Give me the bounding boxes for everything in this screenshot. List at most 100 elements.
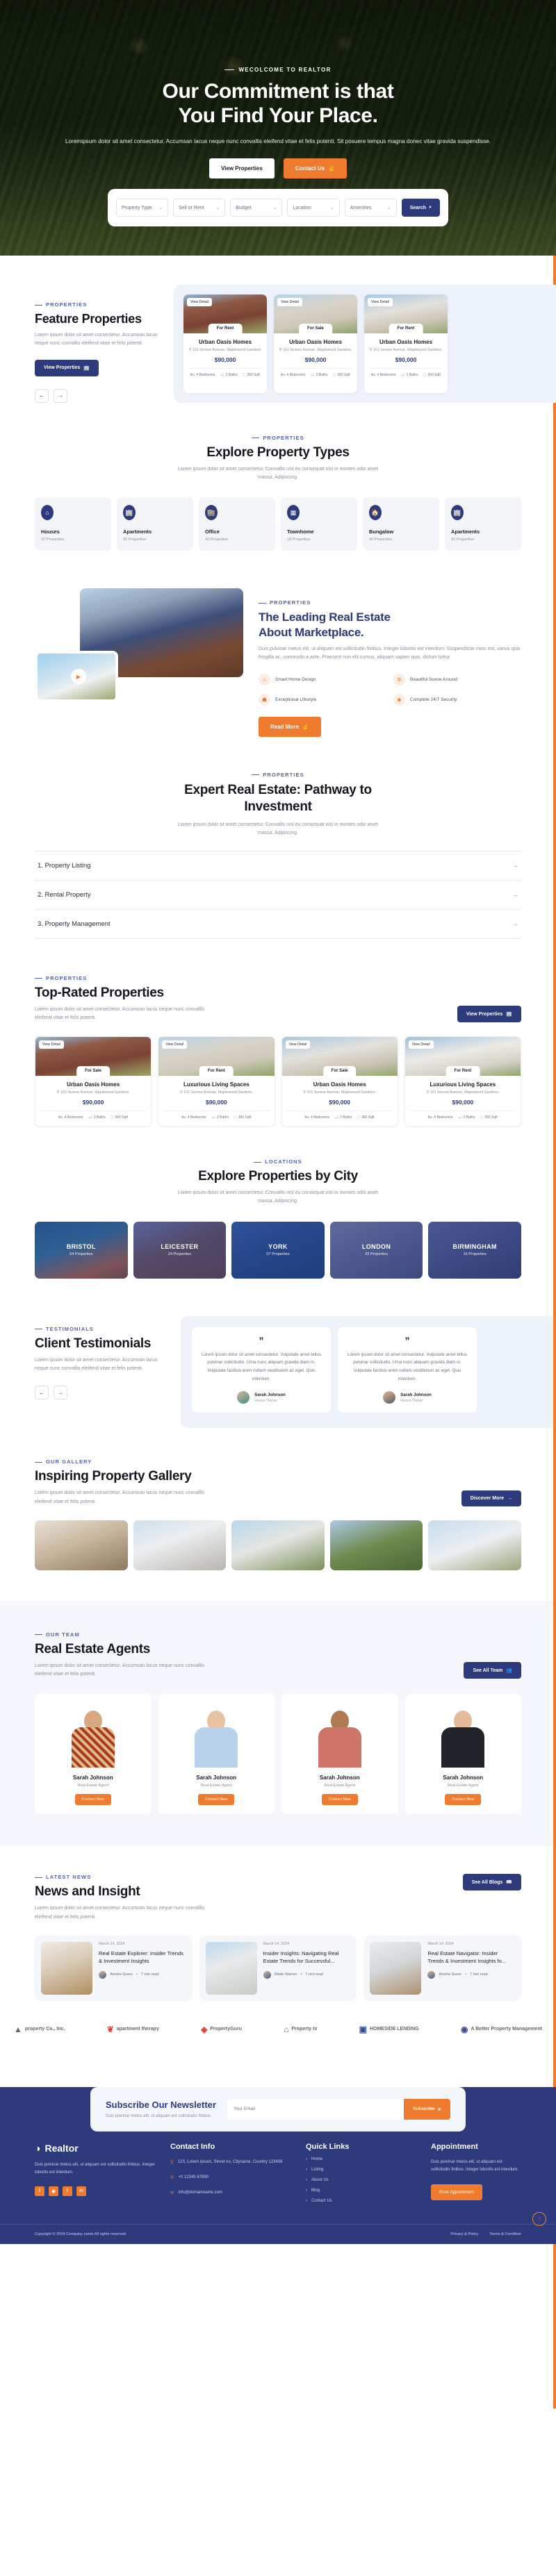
newsletter-card: Subscribe Our Newsletter Duis pulvinar m… [90, 2086, 466, 2132]
footer-logo[interactable]: ◑ Realtor [35, 2143, 156, 2154]
agent-contact-button[interactable]: Contact Now [445, 1794, 482, 1806]
pathway-item-rental-property[interactable]: 2. Rental Property → [35, 881, 521, 910]
view-detail-badge[interactable]: View Detail [162, 1040, 188, 1049]
agent-contact-button[interactable]: Contact Now [198, 1794, 235, 1806]
agent-contact-button[interactable]: Contact Now [321, 1794, 358, 1806]
view-properties-button[interactable]: View Properties [208, 158, 275, 178]
search-field-sell-or-rent[interactable]: Sell or Rent ⌄ [173, 199, 226, 217]
gallery-image[interactable] [231, 1520, 325, 1570]
view-detail-badge[interactable]: View Detail [277, 298, 302, 306]
linkedin-icon[interactable]: in [76, 2186, 86, 2196]
book-appointment-button[interactable]: Book Appointment [431, 2184, 483, 2200]
footer-phone[interactable]: ✆ +0 12345 67890 [170, 2174, 292, 2182]
view-detail-badge[interactable]: View Detail [285, 1040, 311, 1049]
footer-link-home[interactable]: › Home [306, 2157, 417, 2161]
news-author: Amelia Green [439, 1972, 462, 1977]
bath-icon: 🛁 [88, 1115, 92, 1120]
footer-contact-column: Contact Info ⚲ 123, Lorem Ipsum, Street n… [170, 2143, 292, 2203]
agent-card[interactable]: Sarah Johnson Real Estate Agent Contact … [404, 1694, 521, 1815]
pathway-item-property-listing[interactable]: 1. Property Listing → [35, 851, 521, 881]
facebook-icon[interactable]: f [35, 2186, 44, 2196]
footer-email[interactable]: ✉ info@domainname.com [170, 2189, 292, 2197]
twitter-icon[interactable]: t [63, 2186, 72, 2196]
news-card[interactable]: March 14, 2024 Real Estate Explorer: Ins… [35, 1935, 193, 2001]
property-type-card-apartments[interactable]: 🏢 Apartments 32 Properties [117, 497, 193, 551]
property-status: For Rent [445, 1066, 480, 1077]
view-detail-badge[interactable]: View Detail [187, 298, 212, 306]
footer-link-listing[interactable]: › Listing [306, 2168, 417, 2172]
see-all-blogs-button[interactable]: See All Blogs 📖 [462, 1874, 521, 1891]
news-card[interactable]: March 14, 2024 Real Estate Navigator: In… [363, 1935, 522, 2001]
view-detail-badge[interactable]: View Detail [39, 1040, 64, 1049]
hero-search-bar[interactable]: Property Type ⌄ Sell or Rent ⌄ Budget ⌄ Loc… [108, 189, 448, 226]
city-card-leicester[interactable]: LEICESTER 24 Properties [133, 1221, 227, 1279]
property-type-card-bungalow[interactable]: 🏠 Bungalow 40 Properties [363, 497, 439, 551]
location-pin-icon: ⚲ [369, 348, 373, 352]
carousel-next-button[interactable]: → [54, 388, 67, 403]
pathway-item-property-management[interactable]: 3. Property Management → [35, 910, 521, 939]
newsletter-form[interactable]: Subscribe➤ [227, 2098, 450, 2120]
footer-link-contact-us[interactable]: › Contact Us [306, 2199, 417, 2203]
agent-photo [412, 1701, 515, 1768]
instagram-icon[interactable]: ◉ [49, 2186, 58, 2196]
city-card-bristol[interactable]: BRISTOL 54 Properties [35, 1221, 128, 1279]
play-icon[interactable]: ▶ [71, 669, 86, 684]
property-type-card-houses[interactable]: ⌂ Houses 22 Properties [35, 497, 111, 551]
view-detail-badge[interactable]: View Detail [408, 1040, 434, 1049]
view-detail-badge[interactable]: View Detail [368, 298, 393, 306]
privacy-policy-link[interactable]: Privacy & Policy [450, 2232, 478, 2236]
property-card[interactable]: View Detail For Rent Luxurious Living Spa… [158, 1036, 275, 1127]
carousel-prev-button[interactable]: ← [35, 388, 49, 403]
search-field-budget[interactable]: Budget ⌄ [230, 199, 283, 217]
property-card[interactable]: View Detail For Sale Urban Oasis Homes ⚲ … [35, 1036, 152, 1127]
apartment-icon: 🏢 [451, 505, 464, 520]
agent-card[interactable]: Sarah Johnson Real Estate Agent Contact … [281, 1694, 398, 1815]
city-card-york[interactable]: YORK 07 Properties [231, 1221, 325, 1279]
footer-link-about-us[interactable]: › About Us [306, 2178, 417, 2182]
property-card[interactable]: View Detail For Rent Urban Oasis Homes ⚲… [364, 294, 448, 393]
feature-view-properties-button[interactable]: View Properties 🏢 [35, 359, 99, 376]
testimonials-section: TESTIMONIALS Client Testimonials Lorem i… [0, 1286, 556, 1429]
footer-link-label: Listing [311, 2167, 324, 2172]
terms-condition-link[interactable]: Terms & Condition [489, 2232, 521, 2236]
agent-card[interactable]: Sarah Johnson Real Estate Agent Contact … [35, 1694, 152, 1815]
search-button[interactable]: Search ⌕ [401, 199, 440, 217]
city-card-birmingham[interactable]: BIRMINGHAM 16 Properties [428, 1221, 521, 1279]
gallery-image[interactable] [428, 1520, 521, 1570]
property-type-card-office[interactable]: 🏬 Office 42 Properties [199, 497, 275, 551]
property-card[interactable]: View Detail For Rent Luxurious Living Spa… [404, 1036, 521, 1127]
search-field-location[interactable]: Location ⌄ [287, 199, 340, 217]
contact-us-button[interactable]: Contact Us ☝ [283, 158, 348, 178]
city-card-london[interactable]: LONDON 33 Properties [329, 1221, 423, 1279]
gallery-image[interactable] [329, 1520, 423, 1570]
footer-address: ⚲ 123, Lorem Ipsum, Street no, Cityname, … [170, 2159, 292, 2166]
scroll-to-top-button[interactable]: ↑ [532, 2211, 546, 2226]
property-card[interactable]: View Detail For Rent Urban Oasis Homes ⚲… [183, 294, 267, 393]
realtor-logo-icon: ◑ [35, 2142, 41, 2154]
property-type-card-townhome[interactable]: ▦ Townhome 18 Properties [281, 497, 357, 551]
carousel-prev-button[interactable]: ← [35, 1386, 49, 1400]
discover-more-button[interactable]: Discover More → [461, 1490, 521, 1506]
subscribe-button[interactable]: Subscribe ➤ [404, 2098, 450, 2120]
property-card[interactable]: View Detail For Sale Urban Oasis Homes ⚲… [274, 294, 357, 393]
carousel-next-button[interactable]: → [54, 1386, 67, 1400]
see-all-team-button[interactable]: See All Team 👥 [464, 1662, 521, 1679]
chevron-right-icon: › [306, 2167, 307, 2172]
brand-name: A Better Property Management [471, 2027, 542, 2032]
property-image: View Detail For Rent [404, 1037, 521, 1077]
gallery-image[interactable] [35, 1520, 128, 1570]
search-field-property-type[interactable]: Property Type ⌄ [116, 199, 169, 217]
footer-link-blog[interactable]: › Blog [306, 2188, 417, 2193]
agent-contact-button[interactable]: Contact Now [74, 1794, 111, 1806]
cities-title: Explore Properties by City [198, 1169, 358, 1184]
read-more-button[interactable]: Read More ☝ [259, 716, 321, 737]
toprated-view-properties-button[interactable]: View Properties 🏢 [457, 1006, 521, 1023]
property-card[interactable]: View Detail For Sale Urban Oasis Homes ⚲ … [281, 1036, 398, 1127]
news-card[interactable]: March 14, 2024 Insider Insights: Navigat… [199, 1935, 357, 2001]
newsletter-email-input[interactable] [227, 2106, 404, 2112]
news-author: Amelia Green [110, 1972, 133, 1977]
property-type-card-apartments-2[interactable]: 🏢 Apartments 32 Properties [445, 497, 521, 551]
search-field-amenities[interactable]: Amenities ⌄ [344, 199, 397, 217]
agent-card[interactable]: Sarah Johnson Real Estate Agent Contact … [158, 1694, 275, 1815]
gallery-image[interactable] [133, 1520, 227, 1570]
